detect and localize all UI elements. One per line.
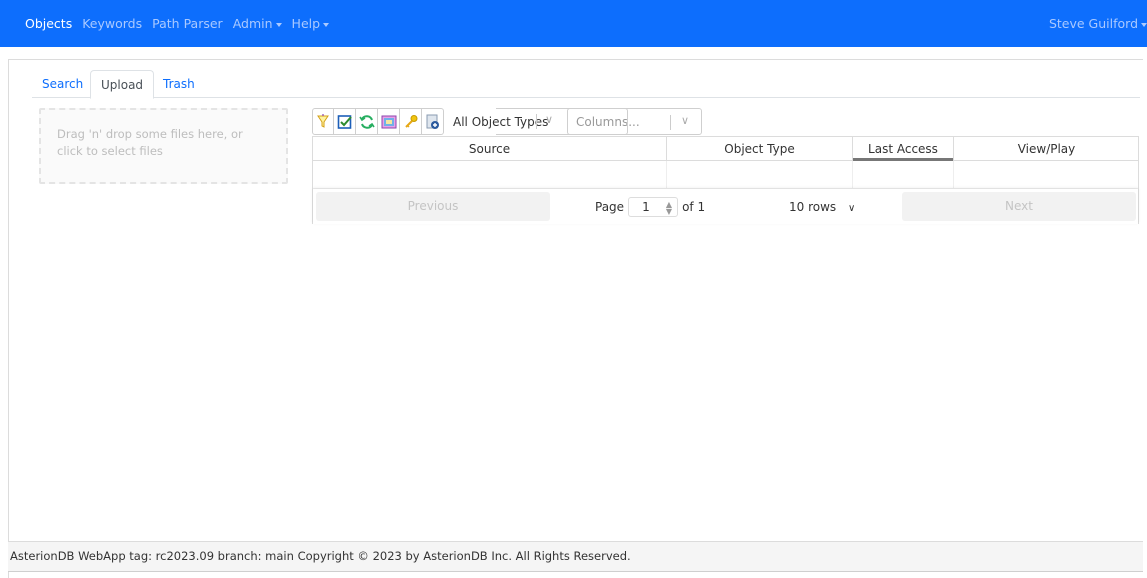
nav-help[interactable]: Help: [292, 16, 330, 31]
chevron-down-icon: ∨: [681, 114, 690, 127]
objects-table: Source Object Type Last Access View/Play…: [312, 136, 1139, 224]
caret-down-icon: [1141, 22, 1147, 27]
previous-button[interactable]: Previous: [316, 192, 550, 221]
nav-admin[interactable]: Admin: [233, 16, 282, 31]
object-type-select-border: [496, 108, 628, 135]
key-button[interactable]: [400, 108, 422, 135]
table-cell: [954, 161, 1139, 189]
tab-upload[interactable]: Upload: [90, 70, 155, 99]
footer: AsterionDB WebApp tag: rc2023.09 branch:…: [8, 541, 1143, 571]
file-dropzone[interactable]: Drag 'n' drop some files here, or click …: [39, 108, 288, 184]
caret-down-icon: [323, 22, 330, 27]
select-separator: [670, 115, 671, 130]
footer-divider: [8, 571, 1143, 572]
user-name: Steve Guilford: [1048, 16, 1138, 31]
nav-help-label: Help: [291, 16, 321, 31]
table-header: Source Object Type Last Access View/Play: [313, 137, 1138, 161]
table-cell: [667, 161, 853, 189]
checkbox-icon: [337, 114, 352, 129]
tab-search[interactable]: Search: [32, 70, 93, 99]
gallery-icon: [381, 115, 396, 128]
filter-button[interactable]: [312, 108, 334, 135]
chevron-down-icon: ∨: [848, 203, 856, 214]
page-label: Page: [595, 200, 625, 214]
column-header-last-access[interactable]: Last Access: [853, 137, 954, 161]
add-document-icon: [426, 114, 439, 129]
rows-per-page-value: 10 rows: [789, 200, 837, 214]
page-info: Page 1 ▲ ▼ of 1: [595, 197, 705, 217]
add-document-button[interactable]: [422, 108, 444, 135]
spinner-icon[interactable]: ▲ ▼: [666, 201, 672, 216]
refresh-button[interactable]: [356, 108, 378, 135]
column-header-object-type[interactable]: Object Type: [667, 137, 853, 161]
tab-bar: Search Upload Trash: [32, 70, 1140, 99]
column-header-source[interactable]: Source: [313, 137, 667, 161]
user-menu[interactable]: Steve Guilford: [1049, 16, 1147, 31]
page-total: of 1: [682, 200, 706, 214]
pagination-bar: Previous Page 1 ▲ ▼ of 1 10 rows ∨ Next: [313, 189, 1138, 224]
dropzone-text: Drag 'n' drop some files here, or click …: [57, 127, 243, 158]
page-number-input[interactable]: 1 ▲ ▼: [628, 197, 679, 217]
nav-admin-label: Admin: [232, 16, 273, 31]
next-button[interactable]: Next: [902, 192, 1136, 221]
gallery-button[interactable]: [378, 108, 400, 135]
filter-icon: [317, 113, 329, 128]
tab-trash[interactable]: Trash: [153, 70, 205, 99]
table-cell: [853, 161, 954, 189]
refresh-icon: [358, 114, 375, 129]
page-number-value: 1: [642, 200, 650, 214]
rows-per-page-select[interactable]: 10 rows ∨: [789, 197, 861, 217]
key-icon: [404, 114, 417, 128]
select-all-button[interactable]: [334, 108, 356, 135]
nav-path-parser[interactable]: Path Parser: [152, 16, 223, 31]
column-header-view-play[interactable]: View/Play: [954, 137, 1139, 161]
table-cell: [313, 161, 667, 189]
nav-keywords[interactable]: Keywords: [82, 16, 142, 31]
footer-text: AsterionDB WebApp tag: rc2023.09 branch:…: [10, 549, 631, 563]
top-navbar: Objects Keywords Path Parser Admin Help …: [0, 0, 1147, 47]
caret-down-icon: [275, 22, 282, 27]
nav-objects[interactable]: Objects: [25, 16, 72, 31]
table-row: [313, 161, 1138, 189]
